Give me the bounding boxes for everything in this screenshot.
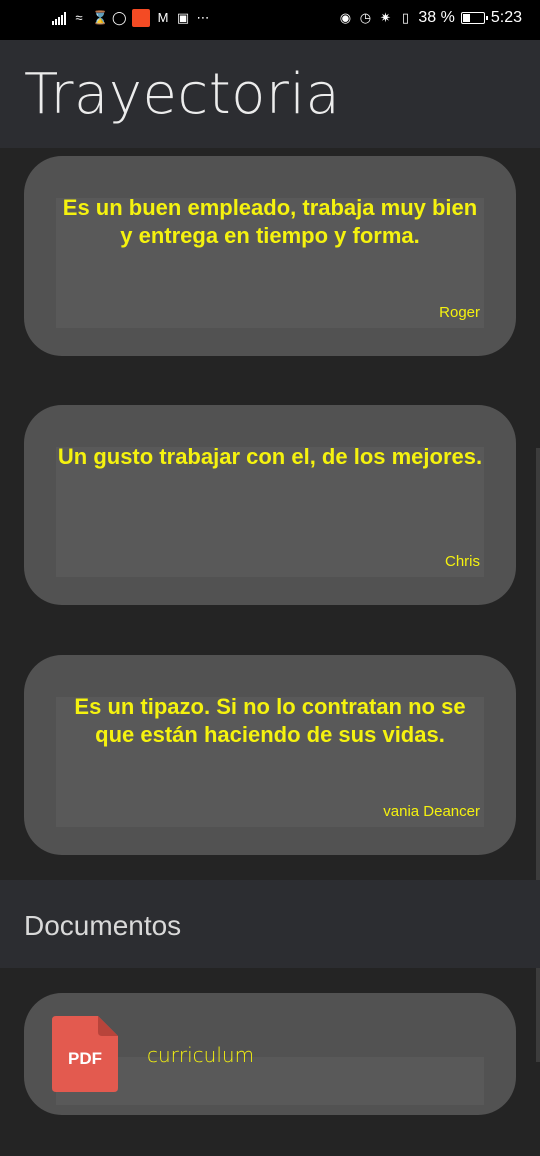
pdf-file-icon: PDF [52, 1016, 118, 1092]
testimonial-author: Roger [439, 304, 480, 321]
whatsapp-icon: ◯ [112, 10, 127, 25]
signal-icon [52, 11, 66, 25]
documents-section-header: Documentos [0, 880, 540, 968]
status-bar-system: ◉ ◷ ✷ ▯ 38 % 5:23 [338, 9, 522, 27]
alarm-icon: ◷ [359, 10, 372, 25]
game-controller-icon: ▣ [176, 10, 190, 25]
hourglass-icon: ⌛ [92, 10, 109, 25]
wifi-icon: ≈ [75, 10, 83, 25]
scrollbar[interactable] [536, 448, 540, 1062]
more-notifications-icon: ⋯ [196, 10, 210, 25]
testimonial-author: vania Deancer [383, 803, 480, 820]
documents-section-title: Documentos [24, 910, 182, 941]
eye-icon: ◉ [339, 10, 352, 25]
vibrate-icon: ▯ [401, 10, 409, 25]
testimonial-quote: Es un buen empleado, trabaja muy bien y … [62, 195, 478, 248]
pdf-icon-label: PDF [68, 1049, 102, 1068]
battery-icon [460, 12, 488, 24]
testimonial-card[interactable]: Un gusto trabajar con el, de los mejores… [24, 405, 516, 605]
app-bar: Trayectoria [0, 40, 540, 148]
testimonial-quote: Un gusto trabajar con el, de los mejores… [57, 444, 483, 469]
testimonial-quote: Es un tipazo. Si no lo contratan no se q… [74, 694, 466, 747]
testimonial-card[interactable]: Es un buen empleado, trabaja muy bien y … [24, 156, 516, 356]
clock: 5:23 [490, 9, 522, 26]
bluetooth-icon: ✷ [379, 10, 391, 25]
document-name: curriculum [147, 1043, 255, 1067]
page-title: Trayectoria [24, 62, 341, 127]
battery-percent: 38 % [418, 9, 455, 26]
document-item-inner [56, 1057, 484, 1105]
gmail-icon: M [157, 10, 169, 25]
status-bar: ≈ ⌛ ◯ M ▣ ⋯ ◉ ◷ ✷ ▯ 38 % 5:23 [0, 0, 540, 40]
document-item[interactable]: PDF curriculum [24, 993, 516, 1115]
battery-fill [462, 14, 470, 22]
status-bar-notifications: ≈ ⌛ ◯ M ▣ ⋯ [52, 9, 210, 27]
testimonial-author: Chris [444, 553, 480, 570]
testimonial-card[interactable]: Es un tipazo. Si no lo contratan no se q… [24, 655, 516, 855]
shopee-icon [132, 9, 150, 27]
